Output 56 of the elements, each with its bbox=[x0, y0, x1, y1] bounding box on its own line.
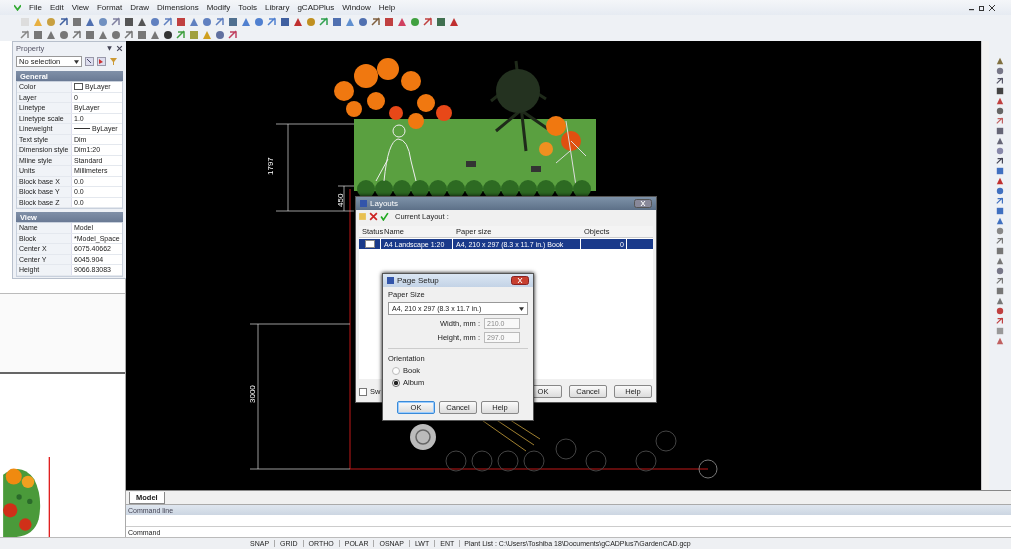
statue-drawing bbox=[375, 124, 417, 182]
tool-icon[interactable] bbox=[280, 16, 290, 27]
close-button[interactable] bbox=[634, 199, 652, 208]
delete-icon[interactable] bbox=[369, 212, 378, 221]
menu-item[interactable]: Help bbox=[378, 3, 396, 12]
vertical-scrollbar[interactable] bbox=[981, 41, 989, 490]
menu-item[interactable]: Edit bbox=[49, 3, 64, 12]
menu-item[interactable]: File bbox=[29, 3, 42, 12]
checkbox[interactable] bbox=[359, 387, 367, 396]
dropdown-arrow-icon[interactable] bbox=[74, 59, 79, 64]
pick-icon[interactable] bbox=[97, 57, 106, 66]
menu-item[interactable]: Format bbox=[96, 3, 123, 12]
menu-item[interactable]: Draw bbox=[130, 3, 149, 12]
tool-icon[interactable] bbox=[436, 16, 446, 27]
menu-item[interactable]: Window bbox=[342, 3, 371, 12]
filter-icon[interactable] bbox=[109, 57, 118, 66]
app-logo-icon bbox=[387, 277, 394, 284]
menu-item[interactable]: Dimensions bbox=[156, 3, 199, 12]
garden-light bbox=[531, 166, 541, 172]
dropdown-arrow-icon[interactable] bbox=[519, 306, 524, 311]
tool-icon[interactable] bbox=[996, 157, 1004, 165]
dialog-title: Page Setup bbox=[397, 276, 439, 285]
dialog-title: Layouts bbox=[370, 199, 399, 208]
dimension-label: 450 bbox=[336, 193, 345, 207]
menu-item[interactable]: Modify bbox=[206, 3, 231, 12]
restore-icon[interactable] bbox=[979, 4, 985, 11]
dimension-label: 3000 bbox=[248, 385, 257, 403]
pin-icon[interactable] bbox=[106, 44, 113, 52]
garden-light bbox=[466, 161, 476, 167]
app-logo-icon bbox=[360, 200, 367, 207]
tool-icon[interactable] bbox=[137, 16, 147, 27]
close-icon[interactable] bbox=[116, 44, 123, 52]
menu-item[interactable]: Library bbox=[264, 3, 290, 12]
radio-button[interactable] bbox=[392, 366, 400, 375]
tool-icon[interactable] bbox=[449, 16, 459, 27]
status-icon bbox=[365, 240, 375, 248]
tool-icon[interactable] bbox=[371, 16, 381, 27]
menu-item[interactable]: View bbox=[71, 3, 89, 12]
drawing-canvas[interactable] bbox=[126, 41, 981, 490]
app-logo-icon bbox=[14, 4, 21, 11]
tool-icon[interactable] bbox=[124, 16, 134, 27]
tool-icon[interactable] bbox=[59, 16, 69, 27]
shrub-outline bbox=[698, 459, 718, 479]
line-sample bbox=[74, 128, 90, 130]
menu-item[interactable]: gCADPlus bbox=[297, 3, 335, 12]
select-objects-icon[interactable] bbox=[85, 57, 94, 66]
close-icon[interactable] bbox=[989, 4, 995, 11]
tool-icon[interactable] bbox=[293, 16, 303, 27]
checkmark-icon[interactable] bbox=[380, 212, 389, 221]
dimension-label: 1797 bbox=[266, 157, 275, 175]
radio-button[interactable] bbox=[392, 378, 400, 387]
close-button[interactable] bbox=[511, 276, 529, 285]
tool-icon[interactable] bbox=[996, 77, 1004, 85]
magnifier-drawing bbox=[409, 423, 437, 451]
tool-icon[interactable] bbox=[163, 29, 173, 40]
menu-item[interactable]: Tools bbox=[238, 3, 257, 12]
